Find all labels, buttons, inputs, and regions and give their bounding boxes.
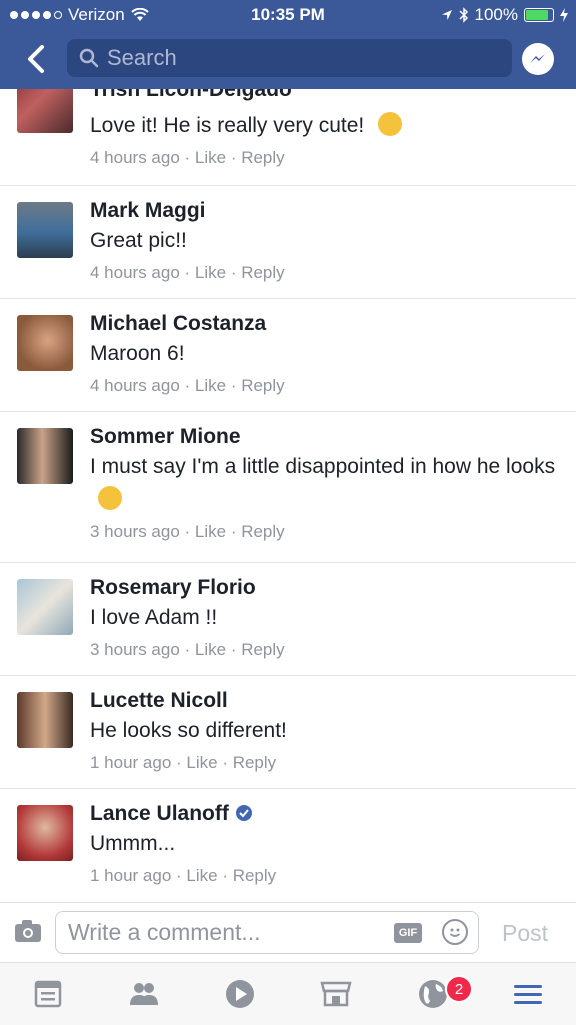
reply-link[interactable]: Reply <box>241 640 284 659</box>
comment-meta: 1 hour ago · Like · Reply <box>90 753 277 772</box>
comment-composer: Write a comment... GIF Post <box>0 902 576 963</box>
comment-body: Rosemary Florio I love Adam !! 3 hours a… <box>90 575 556 662</box>
verified-badge-icon <box>235 805 252 821</box>
comment-text-row: Love it! He is really very cute! <box>90 109 556 142</box>
comment-meta: 1 hour ago · Like · Reply <box>90 866 277 885</box>
avatar[interactable] <box>17 315 73 371</box>
bluetooth-icon <box>458 7 468 23</box>
like-link[interactable]: Like <box>195 148 226 167</box>
comment-item: Lucette Nicoll He looks so different! 1 … <box>0 676 576 789</box>
avatar[interactable] <box>17 805 73 861</box>
comment-text: Great pic!! <box>90 229 187 252</box>
comment-input[interactable]: Write a comment... GIF <box>55 911 479 954</box>
search-icon <box>79 48 99 68</box>
comment-author[interactable]: Rosemary Florio <box>90 575 556 601</box>
search-placeholder: Search <box>107 45 177 70</box>
comment-item: Rosemary Florio I love Adam !! 3 hours a… <box>0 563 576 676</box>
avatar[interactable] <box>17 428 73 484</box>
marketplace-tab-icon[interactable] <box>319 977 353 1011</box>
battery-icon <box>524 8 554 22</box>
charging-icon <box>560 8 568 22</box>
nav-row: Search <box>0 38 576 80</box>
comment-item: Trish Licon-Delgado Love it! He is reall… <box>0 89 576 186</box>
battery-percent: 100% <box>474 5 518 24</box>
comment-author[interactable]: Sommer Mione <box>90 424 556 450</box>
comment-body: Trish Licon-Delgado Love it! He is reall… <box>90 89 556 170</box>
messenger-icon[interactable] <box>522 43 554 75</box>
comment-item: Lance Ulanoff Ummm... 1 hour ago · Like … <box>0 789 576 901</box>
status-right: 100% <box>441 5 568 25</box>
comment-time: 3 hours ago <box>90 640 180 659</box>
comment-meta: 4 hours ago · Like · Reply <box>90 376 285 395</box>
avatar[interactable] <box>17 202 73 258</box>
sticker-smiley-icon[interactable] <box>442 919 468 945</box>
like-link[interactable]: Like <box>195 522 226 541</box>
camera-icon[interactable] <box>14 919 42 943</box>
video-tab-icon[interactable] <box>223 977 257 1011</box>
location-icon <box>441 10 452 20</box>
comment-body: Lance Ulanoff Ummm... 1 hour ago · Like … <box>90 801 556 888</box>
bottom-tab-bar: 2 <box>0 962 576 1025</box>
notifications-badge: 2 <box>445 975 473 1003</box>
like-link[interactable]: Like <box>195 263 226 282</box>
comment-text: He looks so different! <box>90 719 287 742</box>
avatar[interactable] <box>17 692 73 748</box>
comment-meta: 3 hours ago · Like · Reply <box>90 522 285 541</box>
reply-link[interactable]: Reply <box>241 263 284 282</box>
comment-text-row: I must say I'm a little disappointed in … <box>90 450 556 516</box>
winking-face-emoji-icon <box>378 112 403 136</box>
like-link[interactable]: Like <box>195 376 226 395</box>
comment-meta: 4 hours ago · Like · Reply <box>90 263 285 282</box>
reply-link[interactable]: Reply <box>241 376 284 395</box>
like-link[interactable]: Like <box>186 753 217 772</box>
comment-input-placeholder: Write a comment... <box>68 919 261 945</box>
comment-time: 1 hour ago <box>90 866 172 885</box>
like-link[interactable]: Like <box>195 640 226 659</box>
menu-tab-icon[interactable] <box>511 977 545 1011</box>
comment-text: I love Adam !! <box>90 606 218 629</box>
comment-meta: 3 hours ago · Like · Reply <box>90 640 285 659</box>
comment-item: Mark Maggi Great pic!! 4 hours ago · Lik… <box>0 186 576 299</box>
comment-text: Maroon 6! <box>90 342 185 365</box>
comment-author[interactable]: Mark Maggi <box>90 198 556 224</box>
back-chevron-icon[interactable] <box>20 42 52 76</box>
comment-author[interactable]: Lance Ulanoff <box>90 802 229 825</box>
comment-author[interactable]: Lucette Nicoll <box>90 688 556 714</box>
post-button[interactable]: Post <box>502 920 548 947</box>
comment-item: Michael Costanza Maroon 6! 4 hours ago ·… <box>0 299 576 412</box>
thinking-face-emoji-icon <box>98 486 122 510</box>
avatar[interactable] <box>17 89 73 133</box>
comment-author[interactable]: Michael Costanza <box>90 311 556 337</box>
comment-time: 4 hours ago <box>90 263 180 282</box>
comment-time: 1 hour ago <box>90 753 172 772</box>
status-bar: Verizon 10:35 PM 100% <box>0 0 576 30</box>
comment-author-row: Lance Ulanoff <box>90 801 556 827</box>
comment-text: Love it! He is really very cute! <box>90 114 365 137</box>
avatar[interactable] <box>17 579 73 635</box>
comment-meta: 4 hours ago · Like · Reply <box>90 148 285 167</box>
comment-body: Sommer Mione I must say I'm a little dis… <box>90 424 556 544</box>
comments-feed[interactable]: Trish Licon-Delgado Love it! He is reall… <box>0 89 576 901</box>
search-bar[interactable]: Search <box>67 39 512 77</box>
comment-body: Michael Costanza Maroon 6! 4 hours ago ·… <box>90 311 556 398</box>
comment-time: 3 hours ago <box>90 522 180 541</box>
comment-time: 4 hours ago <box>90 376 180 395</box>
reply-link[interactable]: Reply <box>233 753 276 772</box>
comment-body: Lucette Nicoll He looks so different! 1 … <box>90 688 556 775</box>
comment-body: Mark Maggi Great pic!! 4 hours ago · Lik… <box>90 198 556 285</box>
like-link[interactable]: Like <box>186 866 217 885</box>
news-feed-tab-icon[interactable] <box>31 977 65 1011</box>
comment-text: I must say I'm a little disappointed in … <box>90 455 556 478</box>
comment-time: 4 hours ago <box>90 148 180 167</box>
comment-item: Sommer Mione I must say I'm a little dis… <box>0 412 576 563</box>
comment-text: Ummm... <box>90 832 176 855</box>
reply-link[interactable]: Reply <box>241 522 284 541</box>
notifications-globe-tab-icon[interactable] <box>416 977 450 1011</box>
top-bar: Verizon 10:35 PM 100% Search <box>0 0 576 89</box>
reply-link[interactable]: Reply <box>241 148 284 167</box>
friends-tab-icon[interactable] <box>127 977 161 1011</box>
comment-author[interactable]: Trish Licon-Delgado <box>90 89 556 103</box>
gif-button[interactable]: GIF <box>394 923 422 943</box>
reply-link[interactable]: Reply <box>233 866 276 885</box>
